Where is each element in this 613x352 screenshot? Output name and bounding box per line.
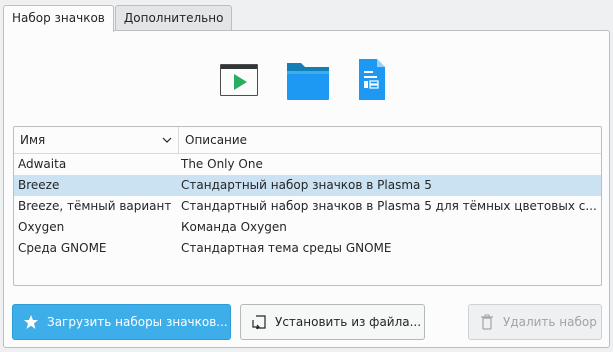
video-player-icon xyxy=(220,64,258,96)
column-header-description-label: Описание xyxy=(185,133,248,147)
list-item[interactable]: Breeze, тёмный вариант Стандартный набор… xyxy=(14,196,601,217)
theme-name: Adwaita xyxy=(18,157,67,171)
column-header-description[interactable]: Описание xyxy=(179,127,601,154)
remove-theme-button[interactable]: Удалить набор xyxy=(468,304,602,340)
document-icon xyxy=(359,59,385,100)
list-item[interactable]: Oxygen Команда Oxygen xyxy=(14,217,601,238)
theme-description: Стандартный набор значков в Plasma 5 xyxy=(181,178,432,192)
theme-description: Стандартный набор значков в Plasma 5 для… xyxy=(181,199,597,213)
download-icon-themes-button[interactable]: Загрузить наборы значков... xyxy=(12,304,231,340)
list-header: Имя Описание xyxy=(14,127,601,154)
tab-advanced[interactable]: Дополнительно xyxy=(114,5,233,30)
tab-bar: Набор значков Дополнительно xyxy=(3,5,233,32)
theme-name: Breeze xyxy=(18,178,60,192)
theme-name: Oxygen xyxy=(18,220,65,234)
tab-icon-theme[interactable]: Набор значков xyxy=(3,5,114,32)
theme-description: The Only One xyxy=(181,157,263,171)
chevron-down-icon xyxy=(162,137,172,143)
theme-description: Стандартная тема среды GNOME xyxy=(181,241,392,255)
star-icon xyxy=(24,315,38,329)
column-header-name[interactable]: Имя xyxy=(14,127,179,154)
icon-theme-list[interactable]: Имя Описание Adwaita The Only One Breeze… xyxy=(13,126,602,286)
install-from-file-button[interactable]: Установить из файла... xyxy=(240,304,425,340)
list-item[interactable]: Adwaita The Only One xyxy=(14,154,601,175)
theme-description: Команда Oxygen xyxy=(181,220,287,234)
trash-icon xyxy=(481,314,493,330)
remove-button-label: Удалить набор xyxy=(503,315,597,329)
icons-panel: Имя Описание Adwaita The Only One Breeze… xyxy=(3,30,610,348)
install-file-icon xyxy=(252,315,266,330)
list-item[interactable]: Среда GNOME Стандартная тема среды GNOME xyxy=(14,238,601,259)
folder-icon xyxy=(287,63,329,100)
list-item[interactable]: Breeze Стандартный набор значков в Plasm… xyxy=(14,175,601,196)
column-header-name-label: Имя xyxy=(20,133,46,147)
download-button-label: Загрузить наборы значков... xyxy=(47,315,228,329)
theme-name: Breeze, тёмный вариант xyxy=(18,199,172,213)
icon-preview xyxy=(4,58,609,104)
install-button-label: Установить из файла... xyxy=(275,315,422,329)
theme-name: Среда GNOME xyxy=(18,241,107,255)
